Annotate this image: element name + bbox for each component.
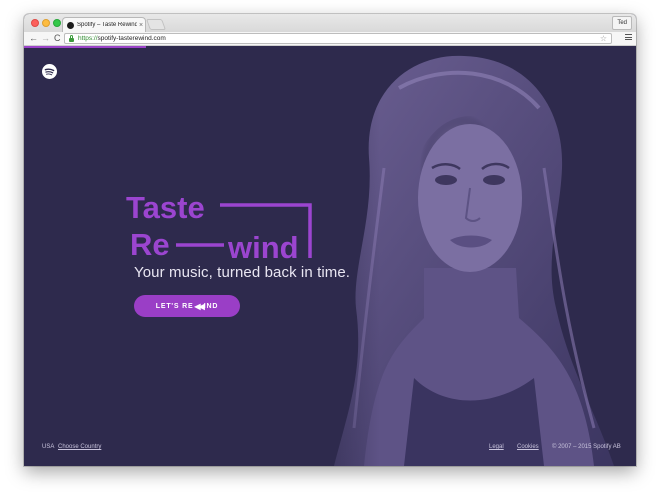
profile-button[interactable]: Ted: [612, 16, 632, 30]
forward-button[interactable]: →: [41, 33, 50, 44]
zoom-window-button[interactable]: [53, 19, 61, 27]
browser-window: Spotify – Taste Rewind × Ted ← → C https…: [24, 14, 636, 466]
spotify-favicon-icon: [67, 21, 74, 29]
browser-toolbar: ← → C https://spotify-tasterewind.com ☆: [24, 32, 636, 46]
logo-word-wind: wind: [227, 230, 299, 260]
tab-title: Spotify – Taste Rewind: [77, 22, 137, 28]
address-bar[interactable]: https://spotify-tasterewind.com ☆: [64, 33, 612, 44]
cookies-link[interactable]: Cookies: [517, 444, 539, 450]
tab-close-icon[interactable]: ×: [137, 22, 145, 29]
rewind-icon: ◀◀: [194, 301, 204, 311]
hero-portrait-image: [294, 48, 636, 466]
minimize-window-button[interactable]: [42, 19, 50, 27]
copyright-text: © 2007 – 2015 Spotify AB: [552, 444, 621, 450]
close-window-button[interactable]: [31, 19, 39, 27]
legal-link[interactable]: Legal: [489, 444, 504, 450]
taste-rewind-logo: Taste Re wind: [126, 190, 312, 260]
url-host: spotify-tasterewind.com: [97, 35, 166, 42]
cta-label-start: LET'S RE: [155, 302, 194, 310]
reload-button[interactable]: C: [54, 33, 61, 44]
lets-rewind-button[interactable]: LET'S RE ◀◀ IND: [134, 295, 240, 317]
star-icon[interactable]: ☆: [600, 34, 607, 43]
tagline: Your music, turned back in time.: [134, 264, 351, 281]
cta-label-end: IND: [203, 302, 219, 310]
menu-icon[interactable]: [625, 34, 632, 40]
logo-word-taste: Taste: [126, 190, 205, 225]
lock-icon: [69, 35, 74, 42]
page-content: Taste Re wind Your music, turned back in…: [24, 48, 636, 466]
title-bar: Spotify – Taste Rewind × Ted: [24, 14, 636, 33]
url-scheme: https://: [78, 35, 98, 42]
new-tab-button[interactable]: [145, 19, 167, 30]
choose-country-link[interactable]: Choose Country: [58, 444, 101, 450]
browser-tab[interactable]: Spotify – Taste Rewind ×: [62, 17, 146, 32]
page-footer: USA Choose Country Legal Cookies © 2007 …: [24, 444, 636, 456]
logo-word-re: Re: [130, 227, 170, 260]
url-text[interactable]: https://spotify-tasterewind.com: [78, 34, 166, 43]
country-label: USA: [42, 444, 55, 450]
back-button[interactable]: ←: [29, 33, 38, 44]
spotify-icon[interactable]: [42, 64, 57, 79]
